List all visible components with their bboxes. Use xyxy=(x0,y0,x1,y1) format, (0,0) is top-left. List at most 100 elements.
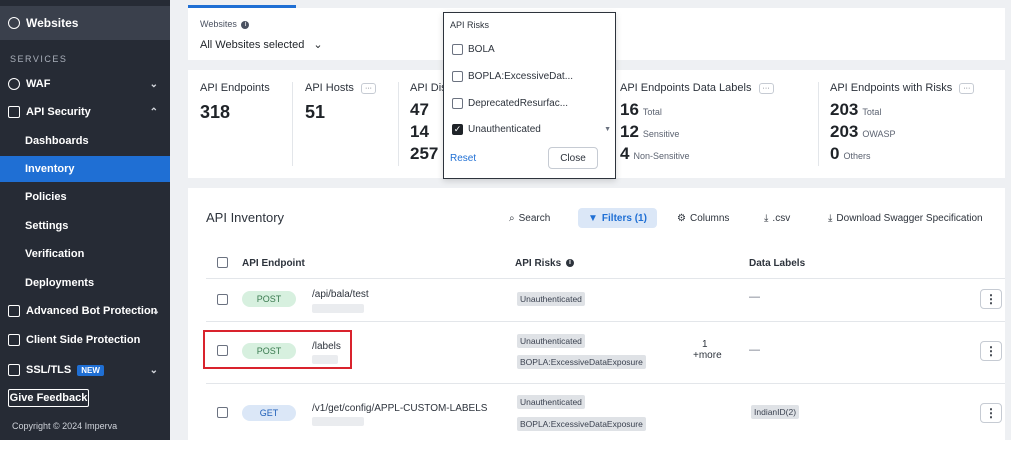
sidebar-item-settings[interactable]: Settings xyxy=(0,213,170,239)
endpoint-path[interactable]: /api/bala/test xyxy=(312,289,369,300)
sidebar-item-ssl-tls[interactable]: SSL/TLS NEW ⌄ xyxy=(0,357,170,383)
sidebar-item-waf[interactable]: WAF ⌄ xyxy=(0,71,170,97)
csv-label: .csv xyxy=(772,212,791,224)
redacted-text xyxy=(312,417,364,426)
risk-chip: BOPLA:ExcessiveDataExposure xyxy=(517,355,646,369)
stat-api-endpoints: API Endpoints 318 xyxy=(200,82,270,123)
chevron-up-icon: ⌃ xyxy=(149,106,158,118)
inventory-card: API Inventory ⌕ Search ▼ Filters (1) ⚙ C… xyxy=(188,188,1005,440)
row-checkbox[interactable] xyxy=(217,407,228,418)
stat-number: 203 xyxy=(830,122,859,141)
more-text: more xyxy=(698,350,722,361)
download-icon: ⤓ xyxy=(828,212,833,224)
search-icon: ⌕ xyxy=(509,212,515,224)
sidebar-item-dashboards[interactable]: Dashboards xyxy=(0,128,170,154)
sidebar-item-client-side[interactable]: Client Side Protection xyxy=(0,327,170,353)
give-feedback-button[interactable]: Give Feedback xyxy=(8,389,89,407)
sidebar-item-label: SSL/TLS xyxy=(26,364,72,376)
filter-option-deprecated[interactable]: DeprecatedResurfac... xyxy=(452,96,568,110)
select-all-checkbox[interactable] xyxy=(217,257,228,268)
more-options-icon[interactable]: ··· xyxy=(758,82,774,94)
csv-button[interactable]: ⤓ .csv xyxy=(764,208,790,228)
close-button[interactable]: Close xyxy=(548,147,598,169)
certificate-icon xyxy=(8,364,20,376)
dropdown-title: API Risks xyxy=(450,20,490,30)
row-checkbox[interactable] xyxy=(217,294,228,305)
stat-text: Total xyxy=(862,107,882,117)
redacted-text xyxy=(312,304,364,313)
checkbox-checked[interactable]: ✓ xyxy=(452,123,463,135)
search-button[interactable]: ⌕ Search xyxy=(509,208,550,228)
sidebar-item-label: API Security xyxy=(26,106,91,118)
sidebar-item-policies[interactable]: Policies xyxy=(0,184,170,210)
row-actions-button[interactable]: ⋮ xyxy=(980,289,1002,309)
filter-option-unauthenticated[interactable]: ✓ Unauthenticated xyxy=(452,122,541,136)
scroll-down-icon[interactable]: ▼ xyxy=(604,126,611,133)
stat-number: 4 xyxy=(620,144,630,163)
method-badge: GET xyxy=(242,405,296,421)
websites-select[interactable]: All Websites selected ⌄ xyxy=(200,38,323,51)
filter-option-label: BOLA xyxy=(468,43,495,55)
gear-icon: ⚙ xyxy=(677,212,686,224)
chevron-down-icon: ⌄ xyxy=(149,364,158,376)
row-actions-button[interactable]: ⋮ xyxy=(980,341,1002,361)
endpoint-path[interactable]: /v1/get/config/APPL-CUSTOM-LABELS xyxy=(312,403,487,414)
filter-option-bopla[interactable]: BOPLA:ExcessiveDat... xyxy=(452,69,573,83)
app-root: Websites SERVICES WAF ⌄ API Security ⌃ D… xyxy=(0,0,1011,462)
websites-selected-value: All Websites selected xyxy=(200,39,305,51)
filters-button[interactable]: ▼ Filters (1) xyxy=(578,208,657,228)
stat-number: 16 xyxy=(620,100,639,119)
checkbox[interactable] xyxy=(452,43,463,55)
stat-label-text: API Endpoints Data Labels xyxy=(620,82,752,94)
stat-label-text: API Endpoints with Risks xyxy=(830,82,953,94)
filter-option-bola[interactable]: BOLA xyxy=(452,42,495,56)
stat-row: 16 Total xyxy=(620,100,774,120)
reset-button[interactable]: Reset xyxy=(450,153,476,164)
stat-value: 318 xyxy=(200,102,231,122)
sidebar: Websites SERVICES WAF ⌄ API Security ⌃ D… xyxy=(0,0,170,440)
divider xyxy=(818,82,819,166)
chevron-down-icon: ⌄ xyxy=(149,78,158,90)
data-labels-value: — xyxy=(749,344,760,356)
risk-chip: Unauthenticated xyxy=(517,292,585,306)
download-swagger-button[interactable]: ⤓ Download Swagger Specification xyxy=(828,208,983,228)
data-label-chip: IndianID(2) xyxy=(751,405,800,419)
filter-option-label: DeprecatedResurfac... xyxy=(468,97,569,109)
stat-row: 0 Others xyxy=(830,144,974,164)
sidebar-item-label: Policies xyxy=(25,191,67,203)
more-risks-link[interactable]: 1 +more xyxy=(693,339,722,361)
divider xyxy=(206,321,1005,322)
columns-button[interactable]: ⚙ Columns xyxy=(677,208,729,228)
sidebar-item-websites[interactable]: Websites xyxy=(0,6,170,40)
stat-number: 0 xyxy=(830,144,840,163)
chevron-down-icon: ⌄ xyxy=(313,39,323,51)
api-risks-filter-dropdown: API Risks BOLA BOPLA:ExcessiveDat... Dep… xyxy=(443,12,616,179)
highlight-box xyxy=(203,330,352,369)
shield-icon xyxy=(8,78,20,90)
more-options-icon[interactable]: ··· xyxy=(959,82,975,94)
column-header-risks[interactable]: API Risks i xyxy=(515,258,574,269)
column-header-endpoint[interactable]: API Endpoint xyxy=(242,258,305,269)
stat-text: Total xyxy=(642,107,662,117)
sidebar-item-label: WAF xyxy=(26,78,51,90)
risk-chip: BOPLA:ExcessiveDataExposure xyxy=(517,417,646,431)
stat-number: 47 xyxy=(410,100,429,119)
sidebar-item-api-security[interactable]: API Security ⌃ xyxy=(0,99,170,125)
column-header-labels[interactable]: Data Labels xyxy=(749,258,805,269)
sidebar-item-label: Settings xyxy=(25,220,69,232)
stat-text: Non-Sensitive xyxy=(633,151,690,161)
sidebar-item-deployments[interactable]: Deployments xyxy=(0,270,170,296)
checkbox[interactable] xyxy=(452,70,463,82)
sidebar-item-inventory[interactable]: Inventory xyxy=(0,156,170,182)
checkbox[interactable] xyxy=(452,97,463,109)
stat-number: 12 xyxy=(620,122,639,141)
sidebar-item-bot-protection[interactable]: Advanced Bot Protection ⌄ xyxy=(0,298,170,324)
row-actions-button[interactable]: ⋮ xyxy=(980,403,1002,423)
stat-label: API Hosts ··· xyxy=(305,82,376,94)
sidebar-section-label: SERVICES xyxy=(10,54,68,64)
divider xyxy=(206,383,1005,384)
new-badge: NEW xyxy=(77,364,104,376)
more-options-icon[interactable]: ··· xyxy=(360,82,376,94)
copyright-text: Copyright © 2024 Imperva xyxy=(12,421,118,431)
sidebar-item-verification[interactable]: Verification xyxy=(0,241,170,267)
